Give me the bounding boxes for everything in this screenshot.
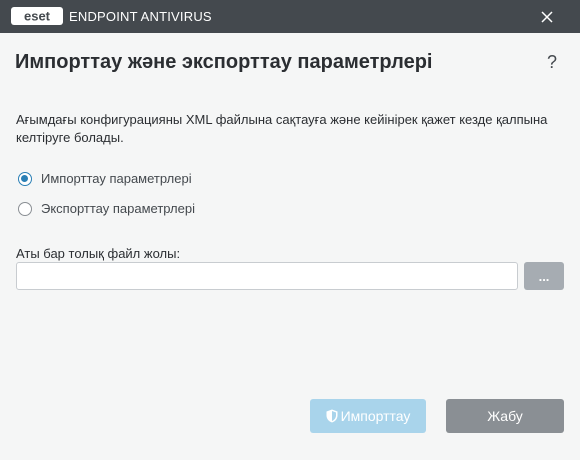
shield-icon	[326, 409, 338, 423]
radio-export[interactable]	[18, 201, 32, 216]
close-button[interactable]: Жабу	[446, 399, 564, 433]
product-name: ENDPOINT ANTIVIRUS	[69, 9, 212, 24]
file-path-input[interactable]	[16, 262, 518, 290]
import-option-label: Импорттау параметрлері	[41, 171, 192, 186]
export-option-label: Экспорттау параметрлері	[41, 201, 195, 216]
browse-button[interactable]: ...	[524, 262, 564, 290]
help-icon[interactable]: ?	[543, 52, 561, 74]
path-label: Аты бар толық файл жолы:	[16, 246, 181, 261]
radio-import[interactable]	[18, 171, 32, 186]
svg-text:eset: eset	[24, 9, 51, 24]
description: Ағымдағы конфигурацияны XML файлына сақт…	[16, 112, 548, 145]
title-bar: eset ENDPOINT ANTIVIRUS	[0, 0, 580, 33]
import-option[interactable]: Импорттау параметрлері	[18, 171, 192, 186]
import-button-label: Импорттау	[340, 408, 411, 424]
close-window-button[interactable]	[536, 6, 558, 28]
page-title: Импорттау және экспорттау параметрлері	[15, 51, 433, 73]
eset-logo: eset	[11, 7, 63, 25]
close-icon	[541, 11, 553, 23]
close-button-label: Жабу	[487, 408, 523, 424]
export-option[interactable]: Экспорттау параметрлері	[18, 201, 195, 216]
import-button[interactable]: Импорттау	[310, 399, 426, 433]
